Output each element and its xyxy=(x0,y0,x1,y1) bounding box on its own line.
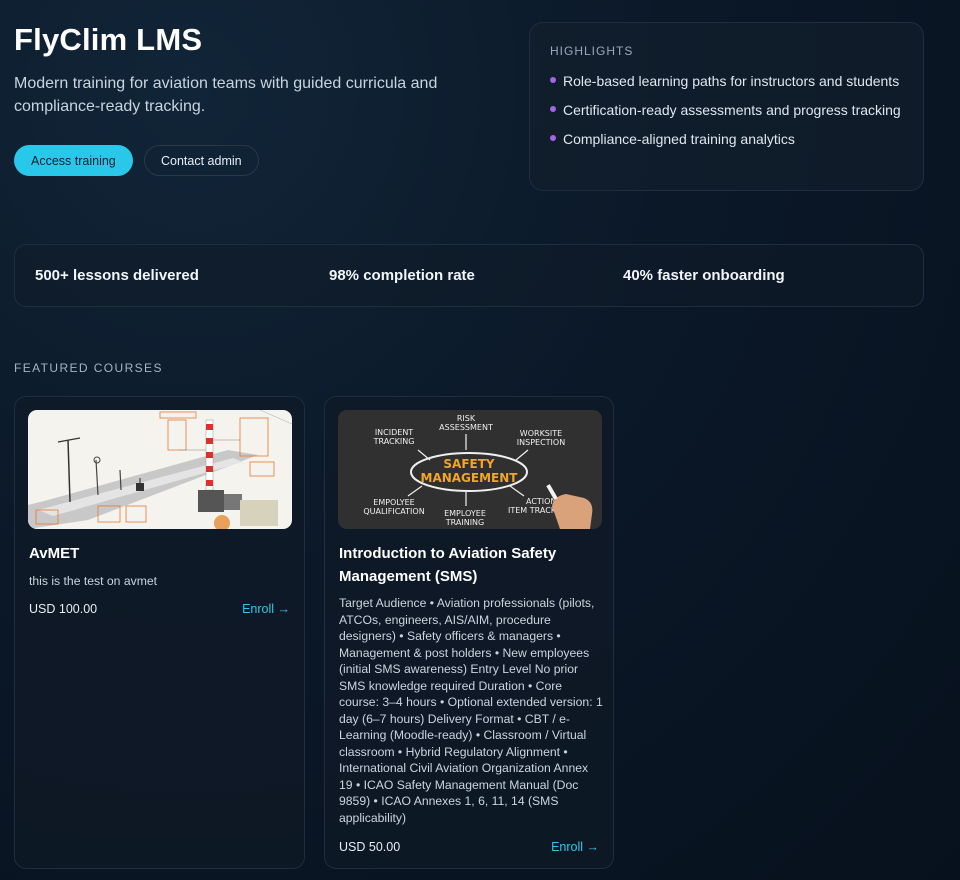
course-title: AvMET xyxy=(29,545,80,562)
sms-image-action-1: ACTION xyxy=(526,497,556,506)
sms-image-training-2: TRAINING xyxy=(445,518,484,527)
highlight-text: Compliance-aligned training analytics xyxy=(563,131,795,147)
sms-image-qual-2: QUALIFICATION xyxy=(363,507,424,516)
bullet-dot-icon xyxy=(550,106,556,112)
stat-lessons: 500+ lessons delivered xyxy=(35,267,199,284)
highlight-item: Certification-ready assessments and prog… xyxy=(550,100,903,120)
sms-image-center-bottom: MANAGEMENT xyxy=(421,471,519,485)
course-thumbnail-avmet xyxy=(28,410,292,529)
highlight-text: Role-based learning paths for instructor… xyxy=(563,73,900,89)
enroll-link[interactable]: Enroll → xyxy=(551,840,599,854)
highlight-text: Certification-ready assessments and prog… xyxy=(563,102,901,118)
sms-image-training-1: EMPLOYEE xyxy=(444,509,486,518)
bullet-dot-icon xyxy=(550,77,556,83)
highlights-title: HIGHLIGHTS xyxy=(550,44,634,58)
course-price: USD 100.00 xyxy=(29,602,98,616)
course-description: Target Audience • Aviation professionals… xyxy=(339,596,603,825)
course-card-avmet[interactable]: AvMET this is the test on avmet USD 100.… xyxy=(14,396,305,869)
weather-station-diagram-icon xyxy=(28,410,292,529)
highlights-list: Role-based learning paths for instructor… xyxy=(550,71,903,149)
safety-management-chalkboard-icon: SAFETY MANAGEMENT RISK ASSESSMENT INCIDE… xyxy=(338,410,602,529)
bullet-dot-icon xyxy=(550,135,556,141)
contact-admin-button[interactable]: Contact admin xyxy=(144,145,259,176)
sms-image-worksite-2: INSPECTION xyxy=(517,438,565,447)
course-title: Introduction to Aviation Safety Manageme… xyxy=(339,545,557,585)
access-training-button[interactable]: Access training xyxy=(14,145,133,176)
page-title: FlyClim LMS xyxy=(14,22,203,57)
hero-subtitle: Modern training for aviation teams with … xyxy=(14,75,438,115)
stat-completion: 98% completion rate xyxy=(329,267,475,284)
enroll-link[interactable]: Enroll → xyxy=(242,602,290,616)
sms-image-risk-1: RISK xyxy=(457,414,476,423)
highlight-item: Compliance-aligned training analytics xyxy=(550,129,903,149)
sms-image-worksite-1: WORKSITE xyxy=(520,429,562,438)
course-description: this is the test on avmet xyxy=(29,574,158,588)
featured-courses-label: FEATURED COURSES xyxy=(14,361,163,375)
sms-image-incident-1: INCIDENT xyxy=(375,428,413,437)
sms-image-risk-2: ASSESSMENT xyxy=(439,423,493,432)
sms-image-incident-2: TRACKING xyxy=(373,437,415,446)
course-thumbnail-sms: SAFETY MANAGEMENT RISK ASSESSMENT INCIDE… xyxy=(338,410,602,529)
highlight-item: Role-based learning paths for instructor… xyxy=(550,71,903,91)
course-card-sms[interactable]: SAFETY MANAGEMENT RISK ASSESSMENT INCIDE… xyxy=(324,396,614,869)
sms-image-qual-1: EMPOLYEE xyxy=(373,498,414,507)
highlights-panel: HIGHLIGHTS Role-based learning paths for… xyxy=(529,22,924,191)
stat-onboarding: 40% faster onboarding xyxy=(623,267,785,284)
stats-bar: 500+ lessons delivered 98% completion ra… xyxy=(14,244,924,307)
sms-image-center-top: SAFETY xyxy=(443,457,495,471)
course-price: USD 50.00 xyxy=(339,840,401,854)
